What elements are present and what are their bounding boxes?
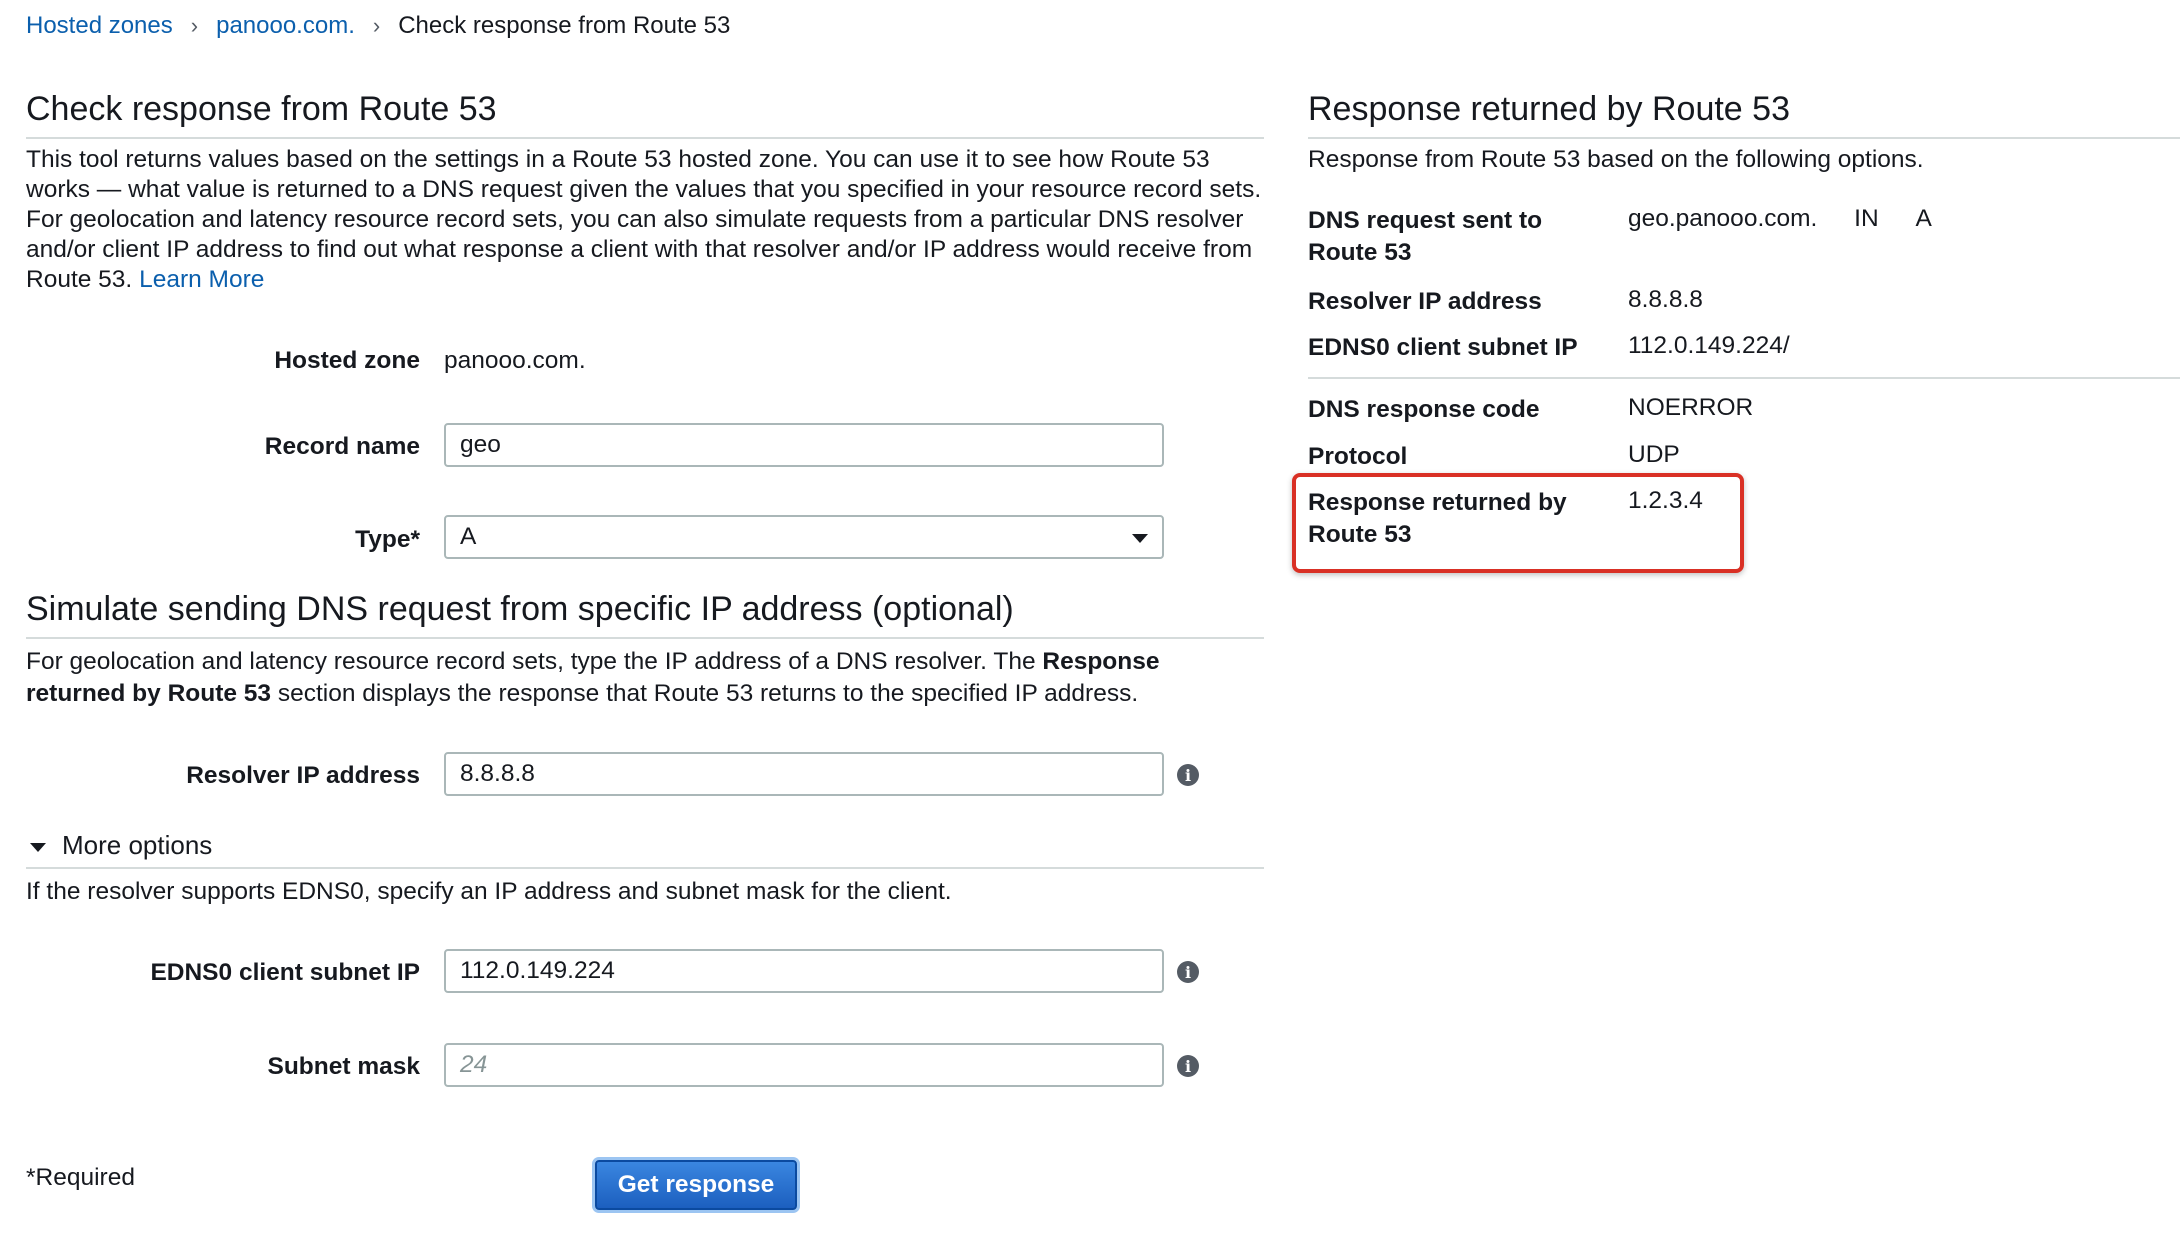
divider <box>26 637 1264 639</box>
dns-request-host: geo.panooo.com. <box>1628 205 1818 232</box>
required-note: *Required <box>26 1164 135 1191</box>
hosted-zone-label: Hosted zone <box>274 347 420 374</box>
more-options-toggle[interactable]: More options <box>30 830 212 861</box>
response-subtitle: Response from Route 53 based on the foll… <box>1308 146 1924 173</box>
caret-down-icon <box>30 843 46 852</box>
type-select-value: A <box>460 523 477 550</box>
edns-subnet-input[interactable]: 112.0.149.224 <box>444 949 1164 993</box>
chevron-right-icon: › <box>372 13 381 38</box>
type-select[interactable]: A <box>444 515 1164 559</box>
edns-result-value: 112.0.149.224/ <box>1628 332 1790 359</box>
intro-text: This tool returns values based on the se… <box>26 145 1264 295</box>
resolver-ip-value: 8.8.8.8 <box>460 760 535 787</box>
dns-request-type: A <box>1915 205 1932 232</box>
resolver-ip-input[interactable]: 8.8.8.8 <box>444 752 1164 796</box>
simulate-text-2: section displays the response that Route… <box>271 680 1139 707</box>
protocol-label: Protocol <box>1308 443 1408 470</box>
type-label: Type* <box>355 526 420 553</box>
resolver-ip-label: Resolver IP address <box>186 762 420 789</box>
record-name-label: Record name <box>264 433 420 460</box>
edns-subnet-label: EDNS0 client subnet IP <box>150 959 420 986</box>
divider <box>1308 137 2180 139</box>
divider <box>1308 377 2180 379</box>
record-name-input[interactable]: geo <box>444 423 1164 467</box>
resolver-ip-result-value: 8.8.8.8 <box>1628 286 1703 313</box>
protocol-value: UDP <box>1628 441 1680 468</box>
breadcrumb-hosted-zones[interactable]: Hosted zones <box>26 12 173 40</box>
chevron-right-icon: › <box>190 13 199 38</box>
response-title: Response returned by Route 53 <box>1308 90 1790 128</box>
chevron-down-icon <box>1132 534 1148 543</box>
resolver-ip-result-label: Resolver IP address <box>1308 288 1542 315</box>
simulate-text-1: For geolocation and latency resource rec… <box>26 648 1043 675</box>
divider <box>26 137 1264 139</box>
info-icon[interactable]: i <box>1177 764 1199 786</box>
get-response-button[interactable]: Get response <box>595 1160 797 1210</box>
dns-request-value: geo.panooo.com. IN A <box>1628 205 1932 233</box>
response-code-value: NOERROR <box>1628 394 1754 421</box>
subnet-mask-placeholder: 24 <box>460 1051 488 1078</box>
breadcrumb-zone[interactable]: panooo.com. <box>216 12 355 40</box>
info-icon[interactable]: i <box>1177 1055 1199 1077</box>
page-title: Check response from Route 53 <box>26 90 497 128</box>
subnet-mask-label: Subnet mask <box>267 1053 421 1080</box>
breadcrumb: Hosted zones › panooo.com. › Check respo… <box>26 12 730 40</box>
simulate-text: For geolocation and latency resource rec… <box>26 646 1264 710</box>
info-icon[interactable]: i <box>1177 961 1199 983</box>
highlight-box <box>1292 473 1744 573</box>
edns-subnet-value: 112.0.149.224 <box>460 957 615 984</box>
breadcrumb-current: Check response from Route 53 <box>398 12 731 39</box>
simulate-title: Simulate sending DNS request from specif… <box>26 590 1014 628</box>
more-options-label: More options <box>62 830 213 860</box>
subnet-mask-input[interactable]: 24 <box>444 1043 1164 1087</box>
response-code-label: DNS response code <box>1308 396 1540 423</box>
hosted-zone-value: panooo.com. <box>444 347 586 374</box>
dns-request-class: IN <box>1854 205 1879 232</box>
edns-text: If the resolver supports EDNS0, specify … <box>26 878 952 905</box>
divider <box>26 867 1264 869</box>
learn-more-link[interactable]: Learn More <box>139 266 264 293</box>
dns-request-label: DNS request sent to Route 53 <box>1308 207 1543 266</box>
record-name-value: geo <box>460 431 501 458</box>
edns-result-label: EDNS0 client subnet IP <box>1308 334 1578 361</box>
